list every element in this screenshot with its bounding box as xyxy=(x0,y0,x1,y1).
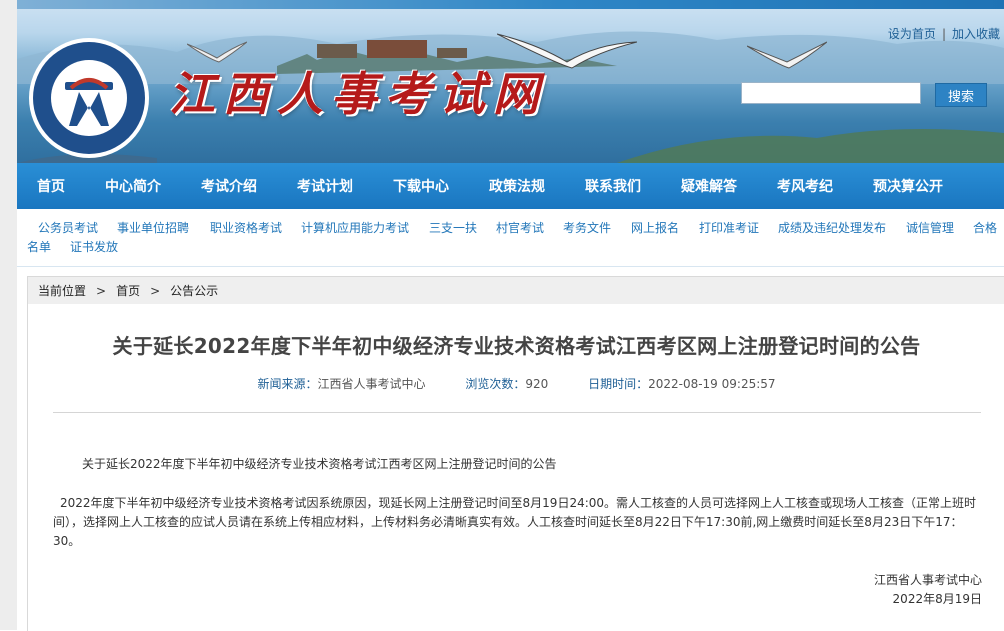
sub-nav-exam-documents[interactable]: 考务文件 xyxy=(563,219,611,236)
meta-source-label: 新闻来源： xyxy=(257,377,318,391)
article-paragraph: 2022年度下半年初中级经济专业技术资格考试因系统原因，现延长网上注册登记时间至… xyxy=(53,496,977,548)
sub-nav-certificates[interactable]: 证书发放 xyxy=(70,238,118,255)
sub-nav-qualified[interactable]: 合格 xyxy=(973,219,997,236)
nav-item-exam-discipline[interactable]: 考风考纪 xyxy=(777,176,833,196)
article-heading-line: 关于延长2022年度下半年初中级经济专业技术资格考试江西考区网上注册登记时间的公… xyxy=(82,457,557,471)
nav-item-budget[interactable]: 预决算公开 xyxy=(873,176,943,196)
nav-item-faq[interactable]: 疑难解答 xyxy=(681,176,737,196)
search-input[interactable] xyxy=(741,82,921,104)
meta-date-value: 2022-08-19 09:25:57 xyxy=(648,377,776,391)
sub-nav-civil-service[interactable]: 公务员考试 xyxy=(38,219,98,236)
breadcrumb: 当前位置 > 首页 > 公告公示 xyxy=(28,277,1004,304)
set-home-link[interactable]: 设为首页 xyxy=(888,27,936,41)
sub-nav-sanzhiyifu[interactable]: 三支一扶 xyxy=(429,219,477,236)
sub-nav-qualification[interactable]: 职业资格考试 xyxy=(210,219,282,236)
meta-views-label: 浏览次数： xyxy=(465,377,526,391)
content-panel: 当前位置 > 首页 > 公告公示 关于延长2022年度下半年初中级经济专业技术资… xyxy=(27,276,1004,631)
top-links-separator: | xyxy=(941,27,946,41)
sub-nav-list[interactable]: 名单 xyxy=(27,238,51,255)
meta-date-label: 日期时间： xyxy=(588,377,649,391)
search-button[interactable]: 搜索 xyxy=(935,83,987,107)
left-margin-strip xyxy=(0,0,17,630)
nav-item-contact[interactable]: 联系我们 xyxy=(585,176,641,196)
sub-nav-online-registration[interactable]: 网上报名 xyxy=(631,219,679,236)
sub-nav-village-official[interactable]: 村官考试 xyxy=(496,219,544,236)
meta-views-value: 920 xyxy=(525,377,549,391)
bird-icon xyxy=(747,41,827,69)
nav-item-center-intro[interactable]: 中心简介 xyxy=(105,176,161,196)
site-title: 江西人事考试网 xyxy=(169,67,547,121)
sub-nav-print-admission[interactable]: 打印准考证 xyxy=(699,219,759,236)
article-signature-org: 江西省人事考试中心 xyxy=(873,573,982,587)
sub-nav-public-institution[interactable]: 事业单位招聘 xyxy=(117,219,189,236)
meta-date: 日期时间：2022-08-19 09:25:57 xyxy=(588,375,775,392)
sub-nav-results[interactable]: 成绩及违纪处理发布 xyxy=(778,219,886,236)
article-meta: 新闻来源：江西省人事考试中心 浏览次数：920 日期时间：2022-08-19 … xyxy=(28,375,1004,392)
nav-item-exam-intro[interactable]: 考试介绍 xyxy=(201,176,257,196)
banner-shore xyxy=(17,129,1004,163)
breadcrumb-arrow: > xyxy=(150,283,161,298)
article-signature-date: 2022年8月19日 xyxy=(892,592,982,606)
sub-nav-computer-exam[interactable]: 计算机应用能力考试 xyxy=(301,219,409,236)
article-title: 关于延长2022年度下半年初中级经济专业技术资格考试江西考区网上注册登记时间的公… xyxy=(112,334,921,358)
site-logo xyxy=(29,38,149,158)
breadcrumb-arrow: > xyxy=(96,283,107,298)
nav-item-home[interactable]: 首页 xyxy=(37,176,65,196)
meta-views: 浏览次数：920 xyxy=(465,375,548,392)
article-divider xyxy=(53,412,981,413)
add-favorite-link[interactable]: 加入收藏 xyxy=(952,27,1000,41)
breadcrumb-home[interactable]: 首页 xyxy=(116,282,140,299)
meta-source-value: 江西省人事考试中心 xyxy=(317,377,426,391)
breadcrumb-current[interactable]: 公告公示 xyxy=(170,282,218,299)
sub-nav-integrity[interactable]: 诚信管理 xyxy=(906,219,954,236)
top-links: 设为首页 | 加入收藏 xyxy=(888,25,1000,42)
sub-nav: 公务员考试 事业单位招聘 职业资格考试 计算机应用能力考试 三支一扶 村官考试 … xyxy=(17,210,1004,267)
nav-item-policies[interactable]: 政策法规 xyxy=(489,176,545,196)
nav-item-exam-plan[interactable]: 考试计划 xyxy=(297,176,353,196)
meta-source: 新闻来源：江西省人事考试中心 xyxy=(257,375,425,392)
nav-item-downloads[interactable]: 下载中心 xyxy=(393,176,449,196)
main-nav: 首页 中心简介 考试介绍 考试计划 下载中心 政策法规 联系我们 疑难解答 考风… xyxy=(17,163,1004,209)
banner-top-line xyxy=(17,0,1004,9)
breadcrumb-label: 当前位置 xyxy=(38,284,87,298)
